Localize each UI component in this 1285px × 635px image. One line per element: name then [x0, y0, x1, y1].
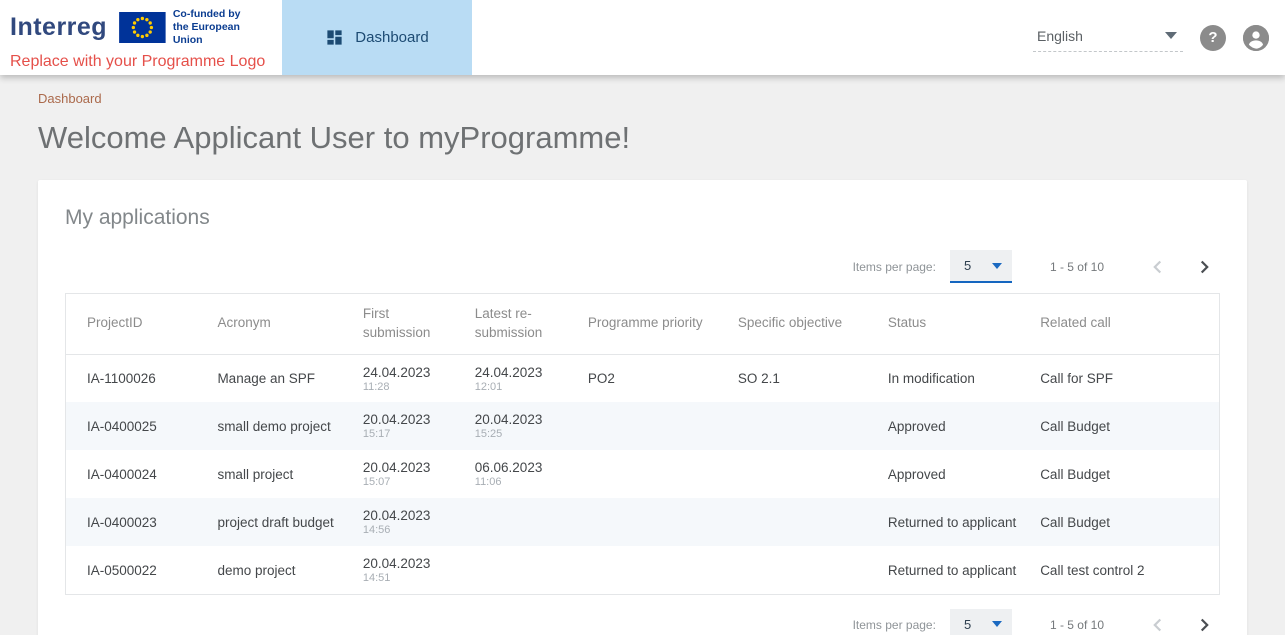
programme-logo: Interreg Co-funded by the European Union — [0, 0, 272, 75]
table-cell: IA-0400024 — [66, 450, 208, 498]
table-row[interactable]: IA-0500022demo project20.04.202314:51 Ret… — [66, 546, 1220, 594]
next-page-button[interactable] — [1192, 613, 1216, 635]
chevron-down-icon — [992, 621, 1002, 627]
table-cell: Call Budget — [1030, 402, 1219, 450]
table-cell — [728, 498, 878, 546]
table-cell: Call for SPF — [1030, 354, 1219, 402]
eu-flag-icon — [119, 12, 166, 43]
help-icon[interactable]: ? — [1200, 25, 1226, 51]
table-cell: IA-1100026 — [66, 354, 208, 402]
table-cell: 24.04.202312:01 — [465, 354, 578, 402]
column-header: Status — [878, 294, 1030, 355]
table-cell: SO 2.1 — [728, 354, 878, 402]
table-cell: Call Budget — [1030, 450, 1219, 498]
table-cell: 20.04.202315:25 — [465, 402, 578, 450]
column-header: Related call — [1030, 294, 1219, 355]
logo-placeholder-text: Replace with your Programme Logo — [10, 53, 272, 71]
interreg-logo: Interreg — [10, 13, 107, 42]
table-cell: IA-0500022 — [66, 546, 208, 594]
table-cell: 20.04.202314:51 — [353, 546, 465, 594]
table-cell: Call test control 2 — [1030, 546, 1219, 594]
card-title: My applications — [65, 206, 1220, 230]
items-per-page-select[interactable]: 5 — [950, 609, 1012, 635]
table-cell: In modification — [878, 354, 1030, 402]
table-cell: small project — [207, 450, 352, 498]
table-cell: IA-0400023 — [66, 498, 208, 546]
table-header-row: ProjectIDAcronymFirst submissionLatest r… — [66, 294, 1220, 355]
table-cell: small demo project — [207, 402, 352, 450]
paginator-top: Items per page: 5 1 - 5 of 10 — [65, 250, 1216, 283]
table-cell: Returned to applicant — [878, 546, 1030, 594]
table-row[interactable]: IA-0400025small demo project20.04.202315… — [66, 402, 1220, 450]
breadcrumb[interactable]: Dashboard — [38, 75, 102, 106]
tab-dashboard[interactable]: Dashboard — [282, 0, 472, 75]
items-per-page-label: Items per page: — [853, 260, 936, 274]
table-cell: Call Budget — [1030, 498, 1219, 546]
table-cell: PO2 — [578, 354, 728, 402]
page-range-label: 1 - 5 of 10 — [1050, 260, 1104, 274]
table-cell: IA-0400025 — [66, 402, 208, 450]
table-row[interactable]: IA-1100026Manage an SPF24.04.202311:2824… — [66, 354, 1220, 402]
my-applications-card: My applications Items per page: 5 1 - 5 … — [38, 180, 1247, 635]
table-cell — [465, 546, 578, 594]
eu-emblem: Co-funded by the European Union — [119, 8, 272, 47]
cofunded-text: Co-funded by the European Union — [173, 8, 272, 47]
person-icon — [1243, 25, 1269, 51]
items-per-page-label: Items per page: — [853, 618, 936, 632]
next-page-button[interactable] — [1192, 255, 1216, 279]
account-icon[interactable] — [1243, 25, 1269, 51]
paginator-bottom: Items per page: 5 1 - 5 of 10 — [65, 609, 1216, 635]
table-cell: Approved — [878, 402, 1030, 450]
language-value: English — [1037, 28, 1083, 44]
column-header: Acronym — [207, 294, 352, 355]
table-cell: project draft budget — [207, 498, 352, 546]
table-cell: 20.04.202315:07 — [353, 450, 465, 498]
table-cell: 24.04.202311:28 — [353, 354, 465, 402]
chevron-down-icon — [992, 263, 1002, 269]
column-header: Programme priority — [578, 294, 728, 355]
chevron-down-icon — [1165, 32, 1177, 39]
column-header: Latest re-submission — [465, 294, 578, 355]
applications-table-body: IA-1100026Manage an SPF24.04.202311:2824… — [66, 354, 1220, 594]
table-cell: Approved — [878, 450, 1030, 498]
table-cell: 06.06.202311:06 — [465, 450, 578, 498]
table-cell — [578, 546, 728, 594]
top-header: Interreg Co-funded by the European Union — [0, 0, 1285, 75]
table-cell: demo project — [207, 546, 352, 594]
table-cell — [578, 450, 728, 498]
column-header: First submission — [353, 294, 465, 355]
items-per-page-select[interactable]: 5 — [950, 250, 1012, 283]
table-cell — [728, 402, 878, 450]
table-row[interactable]: IA-0400024small project20.04.202315:0706… — [66, 450, 1220, 498]
tab-dashboard-label: Dashboard — [355, 29, 428, 46]
previous-page-button[interactable] — [1146, 255, 1170, 279]
column-header: Specific objective — [728, 294, 878, 355]
language-select[interactable]: English — [1033, 24, 1183, 52]
page-title: Welcome Applicant User to myProgramme! — [38, 120, 1247, 156]
previous-page-button[interactable] — [1146, 613, 1170, 635]
table-row[interactable]: IA-0400023project draft budget20.04.2023… — [66, 498, 1220, 546]
page-range-label: 1 - 5 of 10 — [1050, 618, 1104, 632]
table-cell — [728, 450, 878, 498]
table-cell — [465, 498, 578, 546]
table-cell: Manage an SPF — [207, 354, 352, 402]
table-cell — [578, 402, 728, 450]
table-cell — [728, 546, 878, 594]
dashboard-icon — [325, 28, 344, 47]
table-cell — [578, 498, 728, 546]
table-cell: Returned to applicant — [878, 498, 1030, 546]
table-cell: 20.04.202315:17 — [353, 402, 465, 450]
column-header: ProjectID — [66, 294, 208, 355]
table-cell: 20.04.202314:56 — [353, 498, 465, 546]
applications-table: ProjectIDAcronymFirst submissionLatest r… — [65, 293, 1220, 595]
